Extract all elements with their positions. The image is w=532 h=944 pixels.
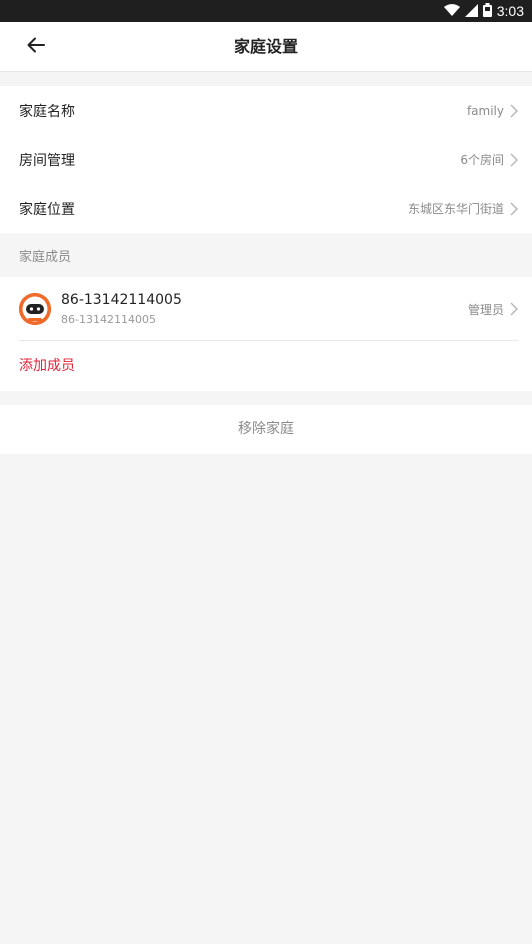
back-button[interactable] (18, 33, 54, 61)
chevron-right-icon (510, 202, 518, 216)
signal-icon (464, 2, 478, 21)
status-bar: 3:03 (0, 0, 532, 22)
member-row[interactable]: 86-13142114005 86-13142114005 管理员 (0, 277, 532, 341)
divider (19, 340, 518, 341)
add-member-button[interactable]: 添加成员 (0, 341, 532, 391)
room-management-row[interactable]: 房间管理 6个房间 (0, 135, 532, 184)
chevron-right-icon (510, 104, 518, 118)
chevron-right-icon (510, 153, 518, 167)
page-title: 家庭设置 (233, 37, 298, 56)
family-name-value: family (466, 103, 504, 118)
member-phone: 86-13142114005 (61, 313, 156, 326)
remove-family-button[interactable]: 移除家庭 (0, 405, 532, 454)
members-header: 家庭成员 (19, 250, 72, 265)
member-text: 86-13142114005 86-13142114005 (61, 292, 468, 326)
family-location-row[interactable]: 家庭位置 东城区东华门街道 (0, 184, 532, 233)
settings-section: 家庭名称 family 房间管理 6个房间 家庭位置 东城区东华门街道 (0, 86, 532, 233)
status-time: 3:03 (496, 3, 524, 19)
room-count-value: 6个房间 (460, 153, 504, 167)
status-icons: 3:03 (443, 2, 524, 21)
wifi-icon (443, 2, 460, 21)
family-location-label: 家庭位置 (19, 201, 75, 218)
family-name-label: 家庭名称 (19, 103, 75, 120)
app-bar: 家庭设置 (0, 22, 532, 72)
remove-section: 移除家庭 (0, 405, 532, 454)
member-role: 管理员 (467, 302, 504, 317)
robot-avatar-icon (19, 293, 51, 325)
room-management-label: 房间管理 (19, 152, 75, 169)
back-arrow-icon (27, 37, 45, 57)
family-name-row[interactable]: 家庭名称 family (0, 86, 532, 135)
members-section: 86-13142114005 86-13142114005 管理员 添加成员 (0, 277, 532, 391)
battery-icon (482, 2, 492, 21)
chevron-right-icon (510, 302, 518, 316)
family-location-value: 东城区东华门街道 (407, 202, 504, 216)
member-name: 86-13142114005 (61, 292, 182, 308)
